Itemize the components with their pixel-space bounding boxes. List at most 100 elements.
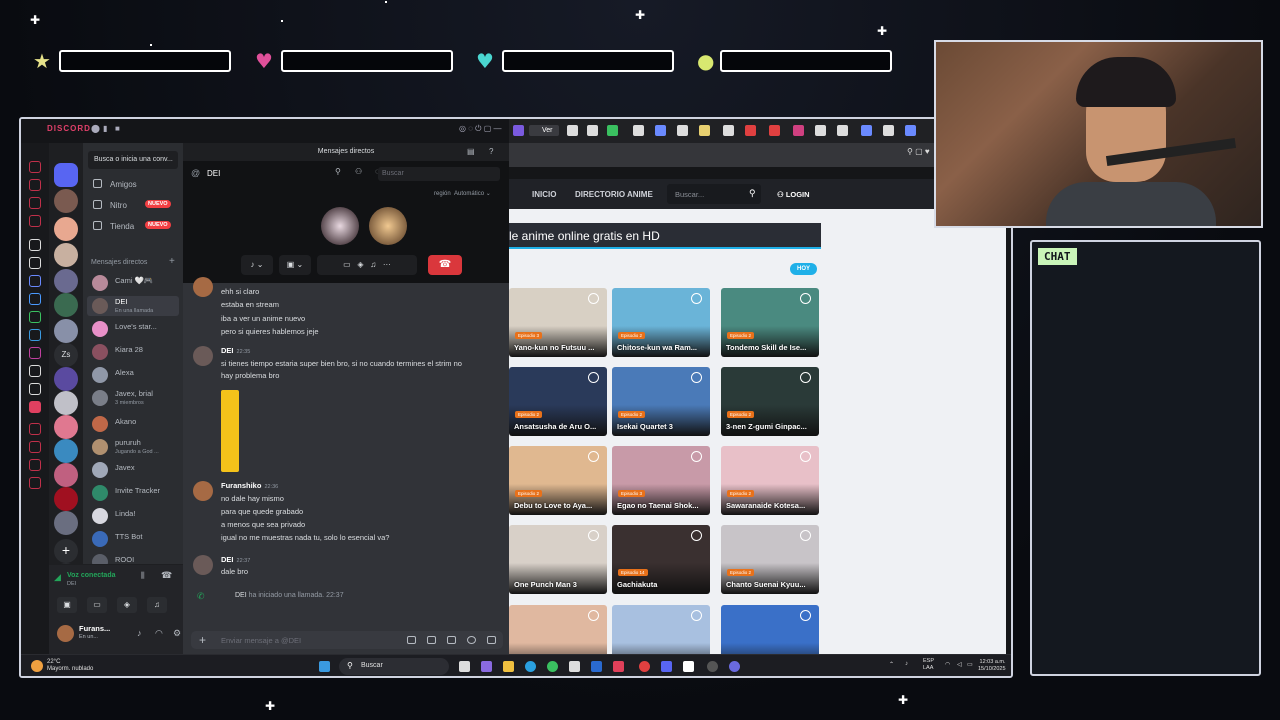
play-icon[interactable] <box>691 530 702 541</box>
play-icon[interactable] <box>800 610 811 621</box>
anime-card[interactable]: Episodio 2 Ansatsusha de Aru O... <box>509 367 607 436</box>
avatar[interactable] <box>57 625 74 642</box>
task-view-icon[interactable] <box>459 661 470 672</box>
site-search-input[interactable]: Buscar... <box>667 184 761 204</box>
sidebar-app-icon[interactable] <box>29 383 41 395</box>
sidebar-app-icon[interactable] <box>29 275 41 287</box>
server-icon[interactable] <box>54 391 78 415</box>
app-icon[interactable] <box>613 661 624 672</box>
anime-card[interactable]: One Punch Man 3 <box>509 525 607 594</box>
weather-widget[interactable]: 22°C Mayorm. nublado <box>47 659 93 673</box>
tab-icon[interactable] <box>861 125 872 136</box>
inbox-icon[interactable]: ▤ <box>467 147 475 156</box>
tab-icon[interactable] <box>883 125 894 136</box>
activity-button[interactable]: ◈ <box>117 597 137 613</box>
wifi-icon[interactable]: ◠ <box>945 661 950 668</box>
sidebar-app-icon[interactable] <box>29 477 41 489</box>
explorer-icon[interactable] <box>503 661 514 672</box>
add-server-icon[interactable]: + <box>54 539 78 563</box>
play-icon[interactable] <box>800 372 811 383</box>
server-icon[interactable] <box>54 293 78 317</box>
play-icon[interactable] <box>588 293 599 304</box>
play-icon[interactable] <box>691 293 702 304</box>
tab-icon[interactable] <box>677 125 688 136</box>
tab-icon[interactable] <box>723 125 734 136</box>
tab-icon[interactable] <box>607 125 618 136</box>
anime-card[interactable]: Episodio 2 Isekai Quartet 3 <box>612 367 710 436</box>
dm-item[interactable]: Javex, brial 3 miembros <box>87 388 179 408</box>
tab-active[interactable]: Ver <box>529 125 559 136</box>
anime-card[interactable]: Episodio 3 Egao no Taenai Shok... <box>612 446 710 515</box>
sticker-icon[interactable] <box>447 636 456 644</box>
dm-item[interactable]: Alexa <box>87 365 179 385</box>
dm-item[interactable]: DEI En una llamada <box>87 296 179 316</box>
login-button[interactable]: ⚇ LOGIN <box>777 190 810 199</box>
tab-icon[interactable] <box>793 125 804 136</box>
mic-icon[interactable]: ♪ <box>137 628 142 638</box>
anime-card[interactable]: Episodio 3 Yano-kun no Futsuu ... <box>509 288 607 357</box>
server-icon[interactable]: Zs <box>54 343 78 367</box>
taskbar-clock[interactable]: 12:03 a.m. 15/10/2025 <box>978 659 1006 673</box>
server-icon[interactable] <box>54 463 78 487</box>
sidebar-app-icon[interactable] <box>29 257 41 269</box>
help-icon[interactable]: ? <box>489 147 493 156</box>
add-friend-icon[interactable]: ⚇ <box>355 167 362 176</box>
region-selector[interactable]: región Automático ⌄ <box>434 190 491 197</box>
headphones-icon[interactable]: ◠ <box>155 628 163 639</box>
soundboard-button[interactable]: ♫ <box>147 597 167 613</box>
copilot-icon[interactable] <box>481 661 492 672</box>
chrome-icon[interactable] <box>639 661 650 672</box>
dm-item[interactable]: Kiara 28 <box>87 342 179 362</box>
tab-icon[interactable] <box>513 125 524 136</box>
window-controls-icon[interactable]: ◎ ◌ ⏻ ▢ — <box>459 124 502 134</box>
server-icon[interactable] <box>54 367 78 391</box>
store-icon[interactable] <box>569 661 580 672</box>
nav-friends[interactable]: Amigos <box>87 176 179 192</box>
play-icon[interactable] <box>800 451 811 462</box>
server-icon[interactable] <box>54 439 78 463</box>
tab-icon[interactable] <box>837 125 848 136</box>
tab-icon[interactable] <box>655 125 666 136</box>
tab-icon[interactable] <box>815 125 826 136</box>
discord-taskbar-icon[interactable] <box>661 661 672 672</box>
anime-card[interactable]: Episodio 2 Debu to Love to Aya... <box>509 446 607 515</box>
dm-item[interactable]: TTS Bot <box>87 529 179 549</box>
app-icon[interactable] <box>729 661 740 672</box>
server-icon[interactable] <box>54 243 78 267</box>
anime-card[interactable]: Episodio 2 Sawaranaide Kotesa... <box>721 446 819 515</box>
server-icon[interactable] <box>54 269 78 293</box>
apps-icon[interactable] <box>487 636 496 644</box>
anime-card[interactable]: Episodio 14 Gachiakuta <box>612 525 710 594</box>
server-icon[interactable] <box>54 217 78 241</box>
play-icon[interactable] <box>800 530 811 541</box>
language-indicator[interactable]: ESP LAA <box>923 658 934 672</box>
sidebar-app-icon[interactable] <box>29 161 41 173</box>
chat-search-input[interactable]: Buscar <box>378 167 500 181</box>
sidebar-app-icon[interactable] <box>29 401 41 413</box>
anime-card[interactable]: Episodio 2 3-nen Z-gumi Ginpac... <box>721 367 819 436</box>
camera-button[interactable]: ▣ <box>57 597 77 613</box>
sidebar-app-icon[interactable] <box>29 293 41 305</box>
disconnect-icon[interactable]: ☎ <box>161 570 172 581</box>
play-icon[interactable] <box>691 610 702 621</box>
word-icon[interactable] <box>591 661 602 672</box>
message-composer[interactable]: + Enviar mensaje a @DEI <box>191 631 503 649</box>
search-icon[interactable]: ⚲ <box>749 188 756 199</box>
start-icon[interactable] <box>319 661 330 672</box>
obs-icon[interactable] <box>707 661 718 672</box>
capcut-icon[interactable] <box>683 661 694 672</box>
play-icon[interactable] <box>691 372 702 383</box>
tray-chevron-icon[interactable]: ⌃ <box>889 661 894 668</box>
tab-icon[interactable] <box>745 125 756 136</box>
settings-icon[interactable]: ⚙ <box>173 628 181 639</box>
conversation-search[interactable]: Busca o inicia una conv... <box>88 151 178 169</box>
bookmark-icon[interactable]: ⚲ ▢ ♥ <box>907 147 930 156</box>
sidebar-app-icon[interactable] <box>29 311 41 323</box>
nav-shop[interactable]: Tienda NUEVO <box>87 218 179 234</box>
tab-icon[interactable] <box>769 125 780 136</box>
dm-item[interactable]: Akano <box>87 414 179 434</box>
play-icon[interactable] <box>588 372 599 383</box>
sidebar-app-icon[interactable] <box>29 215 41 227</box>
camera-toggle-button[interactable]: ▣ ⌄ <box>279 255 311 275</box>
play-icon[interactable] <box>691 451 702 462</box>
